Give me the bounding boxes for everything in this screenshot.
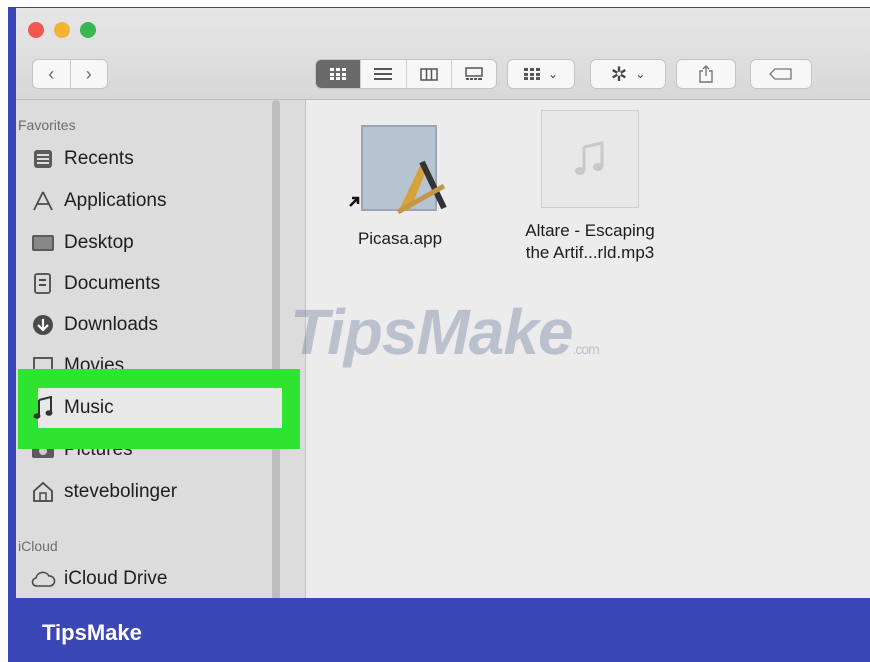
sidebar-item-label: Recents [64,148,134,169]
desktop-icon [30,231,56,255]
music-icon [30,396,56,420]
sidebar-item-label: Desktop [64,232,134,253]
sidebar-item-label: Applications [64,190,167,211]
chevron-left-icon: ‹ [48,63,55,84]
icon-view-button[interactable] [316,60,362,88]
gallery-icon [465,67,483,80]
tag-icon [769,68,792,80]
sidebar-item-label: Music [64,397,114,418]
gear-icon: ✲ [610,63,628,86]
home-icon [30,480,56,504]
sidebar-item-documents[interactable]: Documents [30,268,160,300]
application-icon [340,120,460,220]
action-button[interactable]: ✲ ⌄ [590,59,666,89]
icloud-section-title: iCloud [18,538,58,554]
chevron-down-icon: ⌄ [547,67,559,81]
grid-icon [330,68,347,80]
toolbar: ‹ › ⌄ ✲ ⌄ [16,8,870,100]
sidebar-item-downloads[interactable]: Downloads [30,309,158,341]
forward-button[interactable]: › [71,60,108,88]
list-view-button[interactable] [361,60,407,88]
sidebar-item-home[interactable]: stevebolinger [30,476,177,508]
chevron-right-icon: › [85,63,92,84]
watermark-suffix: .com [572,341,600,357]
favorites-section-title: Favorites [18,117,76,133]
sidebar-item-desktop[interactable]: Desktop [30,227,134,259]
downloads-icon [30,313,56,337]
zoom-window-button[interactable] [80,22,96,38]
sidebar-item-recents[interactable]: Recents [30,143,134,175]
music-note-icon [575,141,604,175]
group-by-button[interactable]: ⌄ [507,59,575,89]
file-name-line-2: the Artif...rld.mp3 [525,243,655,262]
sidebar-item-label: stevebolinger [64,481,178,502]
cloud-icon [30,567,56,591]
brand-logo: TipsMake [42,620,142,645]
grid-icon [523,68,540,80]
documents-icon [30,272,56,296]
view-mode-group [315,59,497,89]
audio-file-icon [541,110,639,208]
close-window-button[interactable] [28,22,44,38]
sidebar-item-label: Documents [64,273,161,294]
sidebar-item-music[interactable]: Music [30,392,114,424]
file-name-line-1: Altare - Escaping [525,221,655,240]
watermark-text: TipsMake [290,296,573,368]
share-icon [699,65,713,83]
file-item-audio[interactable]: Altare - Escaping the Artif...rld.mp3 [505,110,675,264]
file-name: Picasa.app [357,229,443,248]
sidebar-item-label: Downloads [64,314,158,335]
column-view-button[interactable] [407,60,452,88]
applications-icon [30,189,56,213]
chevron-down-icon: ⌄ [635,67,646,81]
file-item-picasa[interactable]: Picasa.app [340,120,460,250]
back-button[interactable]: ‹ [33,60,71,88]
watermark: TipsMake.com [290,295,600,369]
sidebar-scrollbar[interactable] [272,100,280,600]
sidebar-item-icloud-drive[interactable]: iCloud Drive [30,563,167,595]
share-button[interactable] [676,59,736,89]
sidebar-item-label: iCloud Drive [64,568,168,589]
columns-icon [419,67,438,81]
recents-icon [30,147,56,171]
list-icon [374,68,393,80]
gallery-view-button[interactable] [452,60,496,88]
navigation-buttons: ‹ › [32,59,108,89]
minimize-window-button[interactable] [54,22,70,38]
sidebar-item-applications[interactable]: Applications [30,185,166,217]
tag-button[interactable] [750,59,812,89]
